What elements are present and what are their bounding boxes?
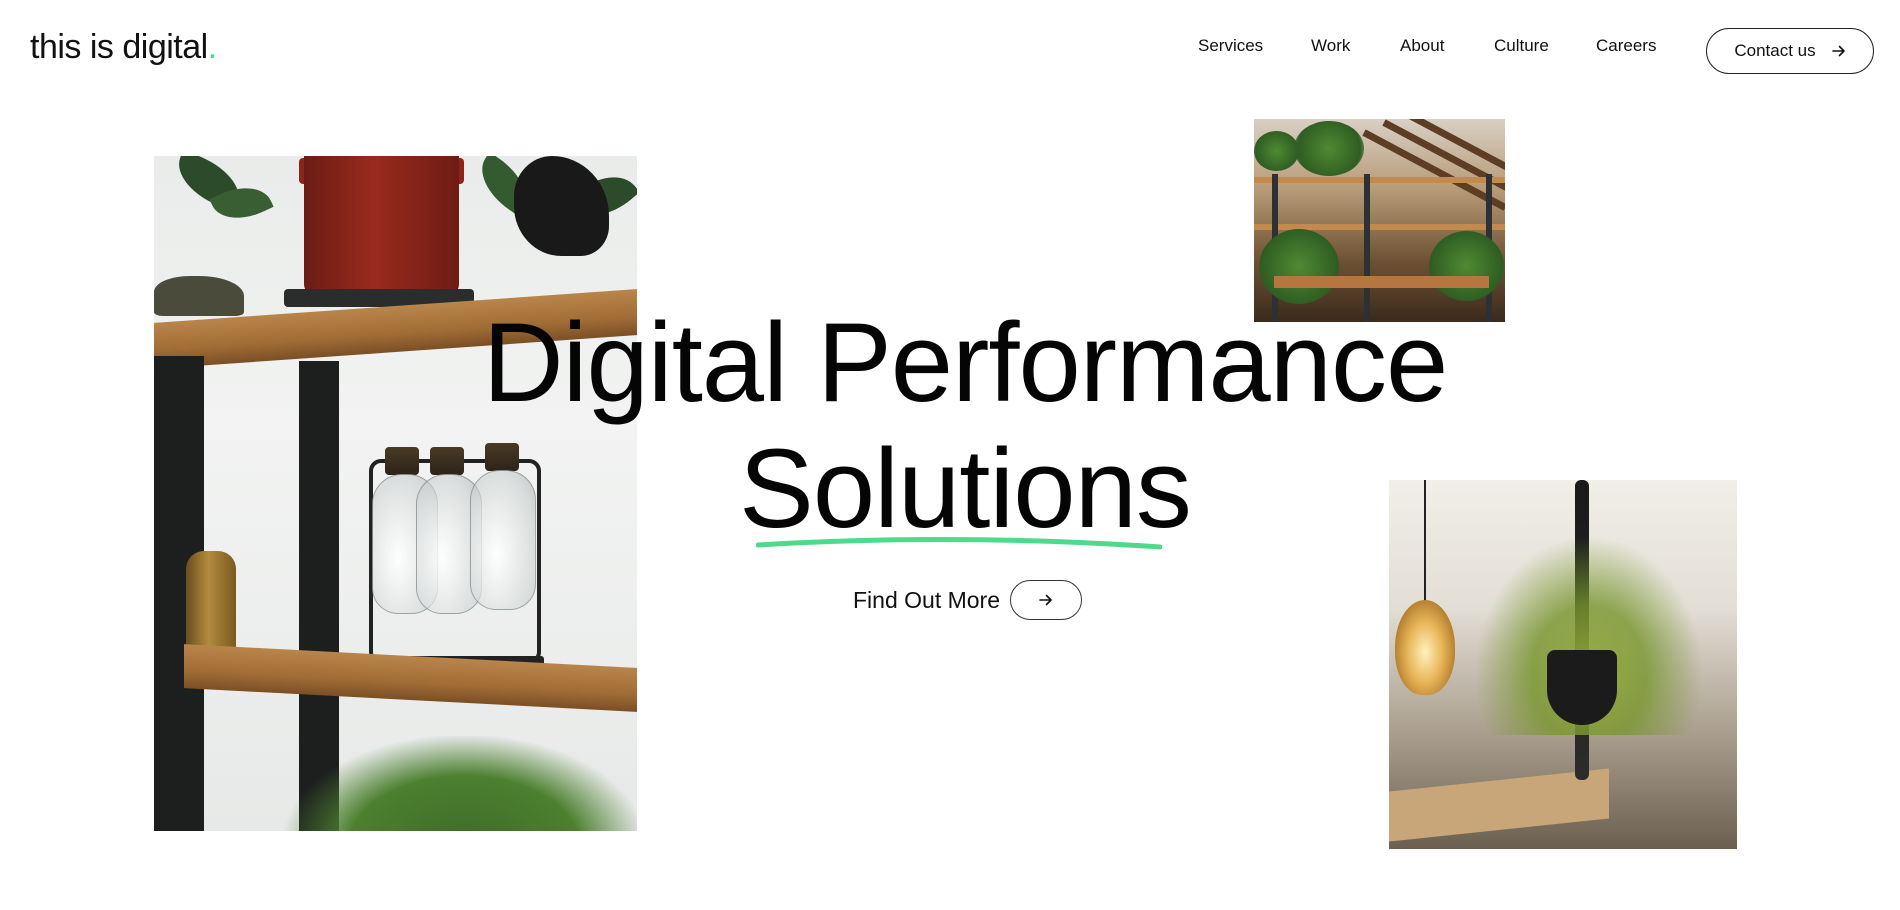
find-out-more-button[interactable]: Find Out More bbox=[853, 580, 1082, 620]
hero-title: Digital Performance Solutions bbox=[0, 300, 1900, 552]
cta-arrow-button[interactable] bbox=[1010, 580, 1082, 620]
arrow-right-icon bbox=[1831, 45, 1845, 57]
hero-title-line1: Digital Performance bbox=[482, 300, 1448, 425]
nav-item-work[interactable]: Work bbox=[1311, 36, 1350, 56]
contact-us-button[interactable]: Contact us bbox=[1706, 28, 1874, 74]
office-photo bbox=[1254, 119, 1505, 322]
accent-underline bbox=[756, 536, 1162, 550]
arrow-right-icon bbox=[1039, 594, 1052, 606]
main-navigation: Services Work About Culture Careers bbox=[0, 36, 1900, 60]
nav-item-careers[interactable]: Careers bbox=[1596, 36, 1656, 56]
find-out-more-label: Find Out More bbox=[853, 586, 1000, 613]
nav-item-culture[interactable]: Culture bbox=[1494, 36, 1549, 56]
contact-us-label: Contact us bbox=[1734, 41, 1816, 60]
hero-title-line2: Solutions bbox=[739, 426, 1192, 551]
nav-item-about[interactable]: About bbox=[1400, 36, 1444, 56]
nav-item-services[interactable]: Services bbox=[1198, 36, 1263, 56]
